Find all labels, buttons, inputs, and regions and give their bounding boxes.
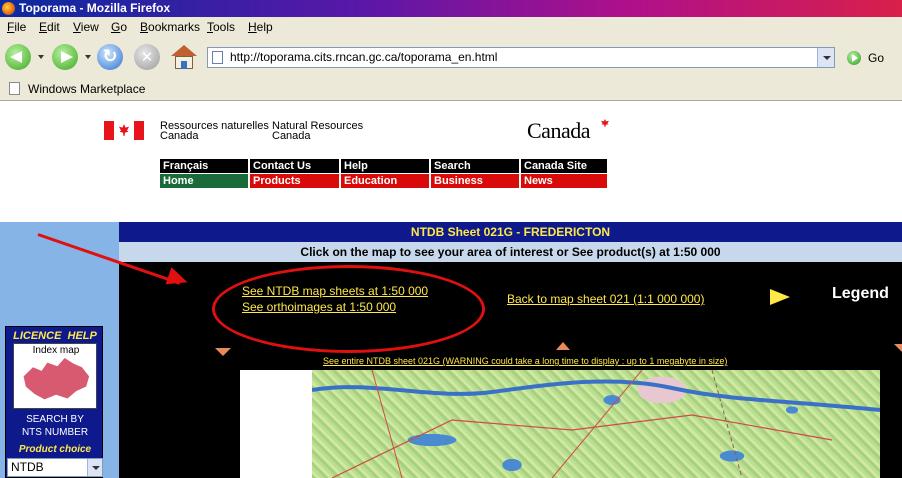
instruction-text: Click on the map to see your area of int… — [119, 242, 902, 262]
window-title-bar: Toporama - Mozilla Firefox — [0, 0, 902, 17]
page-icon — [212, 51, 223, 64]
left-sidebar: LICENCE HELP Index map SEARCH BY NTS NUM… — [0, 222, 119, 478]
help-link[interactable]: HELP — [68, 330, 97, 342]
firefox-icon — [2, 2, 15, 15]
product-choice-label: Product choice — [18, 444, 92, 455]
forward-dropdown-icon[interactable] — [85, 55, 91, 59]
forward-button[interactable] — [52, 44, 78, 70]
reload-button[interactable]: ↻ — [97, 44, 123, 70]
canada-flag-icon — [104, 121, 144, 140]
search-by-nts-link[interactable]: SEARCH BY NTS NUMBER — [6, 413, 104, 439]
nav-products[interactable]: Products — [250, 174, 341, 188]
nav-home[interactable]: Home — [160, 174, 250, 188]
url-bar[interactable]: http://toporama.cits.rncan.gc.ca/toporam… — [207, 47, 835, 68]
nav-business[interactable]: Business — [431, 174, 521, 188]
home-button[interactable] — [170, 44, 198, 70]
url-dropdown-icon[interactable] — [817, 48, 834, 67]
road-line — [371, 370, 403, 478]
menu-view[interactable]: View — [73, 17, 99, 37]
menu-help[interactable]: Help — [248, 17, 273, 37]
bookmarks-toolbar: Windows Marketplace — [0, 77, 902, 101]
see-entire-sheet-link[interactable]: See entire NTDB sheet 021G (WARNING coul… — [323, 356, 727, 366]
stop-button[interactable]: ✕ — [134, 44, 160, 70]
nav-arrow-northeast-icon[interactable] — [894, 344, 902, 352]
bookmark-page-icon — [9, 82, 20, 95]
chevron-down-icon[interactable] — [87, 459, 102, 476]
nav-news[interactable]: News — [521, 174, 609, 188]
go-button[interactable]: Go — [846, 49, 902, 67]
sheet-title: NTDB Sheet 021G - FREDERICTON — [119, 222, 902, 242]
menu-tools[interactable]: Tools — [207, 17, 235, 37]
licence-link[interactable]: LICENCE — [13, 330, 61, 342]
nav-help[interactable]: Help — [341, 159, 431, 173]
canada-wordmark: Canada — [527, 118, 609, 144]
product-select[interactable]: NTDB — [7, 458, 103, 477]
back-dropdown-icon[interactable] — [38, 55, 44, 59]
nav-canada-site[interactable]: Canada Site — [521, 159, 609, 173]
annotation-ellipse — [212, 265, 485, 353]
nav-search[interactable]: Search — [431, 159, 521, 173]
back-to-map-sheet-link[interactable]: Back to map sheet 021 (1:1 000 000) — [507, 292, 704, 306]
index-map-button[interactable]: Index map — [13, 343, 97, 409]
wordmark-flag-icon — [601, 119, 609, 127]
map-features — [312, 370, 880, 478]
window-title: Toporama - Mozilla Firefox — [19, 1, 171, 15]
go-icon — [847, 51, 861, 65]
road-line — [551, 370, 643, 478]
licence-help-links: LICENCE HELP — [6, 330, 104, 342]
back-button[interactable] — [5, 44, 31, 70]
fip-french-line2: Canada — [160, 130, 199, 142]
go-label: Go — [868, 51, 885, 65]
menu-go[interactable]: Go — [111, 17, 127, 37]
menu-file[interactable]: File — [7, 17, 26, 37]
menu-edit[interactable]: Edit — [39, 17, 60, 37]
navigation-toolbar: ↻ ✕ http://toporama.cits.rncan.gc.ca/top… — [0, 37, 902, 77]
legend-button[interactable]: Legend — [832, 285, 889, 303]
url-text: http://toporama.cits.rncan.gc.ca/toporam… — [230, 50, 498, 64]
bookmark-windows-marketplace[interactable]: Windows Marketplace — [28, 77, 145, 101]
menu-bar: File Edit View Go Bookmarks Tools Help — [0, 17, 902, 37]
legend-arrow-icon[interactable] — [770, 289, 790, 305]
forward-arrow-icon — [61, 51, 73, 63]
nav-education[interactable]: Education — [341, 174, 431, 188]
fip-english-line2: Canada — [272, 130, 311, 142]
river-line — [312, 379, 880, 412]
page-content: Ressources naturelles Canada Natural Res… — [0, 102, 902, 478]
nav-contact-us[interactable]: Contact Us — [250, 159, 341, 173]
road-line — [331, 414, 833, 478]
topographic-map-image[interactable] — [240, 370, 880, 478]
stop-icon: ✕ — [140, 48, 154, 66]
nav-arrow-northwest-icon[interactable] — [215, 348, 231, 356]
back-arrow-icon — [10, 51, 22, 63]
nav-francais[interactable]: Français — [160, 159, 250, 173]
menu-bookmarks[interactable]: Bookmarks — [140, 17, 200, 37]
reload-icon: ↻ — [102, 46, 118, 67]
canada-map-icon — [23, 358, 90, 400]
sidebar-panel: LICENCE HELP Index map SEARCH BY NTS NUM… — [5, 326, 103, 478]
nav-arrow-north-icon[interactable] — [556, 342, 570, 350]
index-map-label: Index map — [32, 345, 80, 356]
boundary-line — [711, 370, 743, 478]
home-icon — [171, 45, 197, 56]
